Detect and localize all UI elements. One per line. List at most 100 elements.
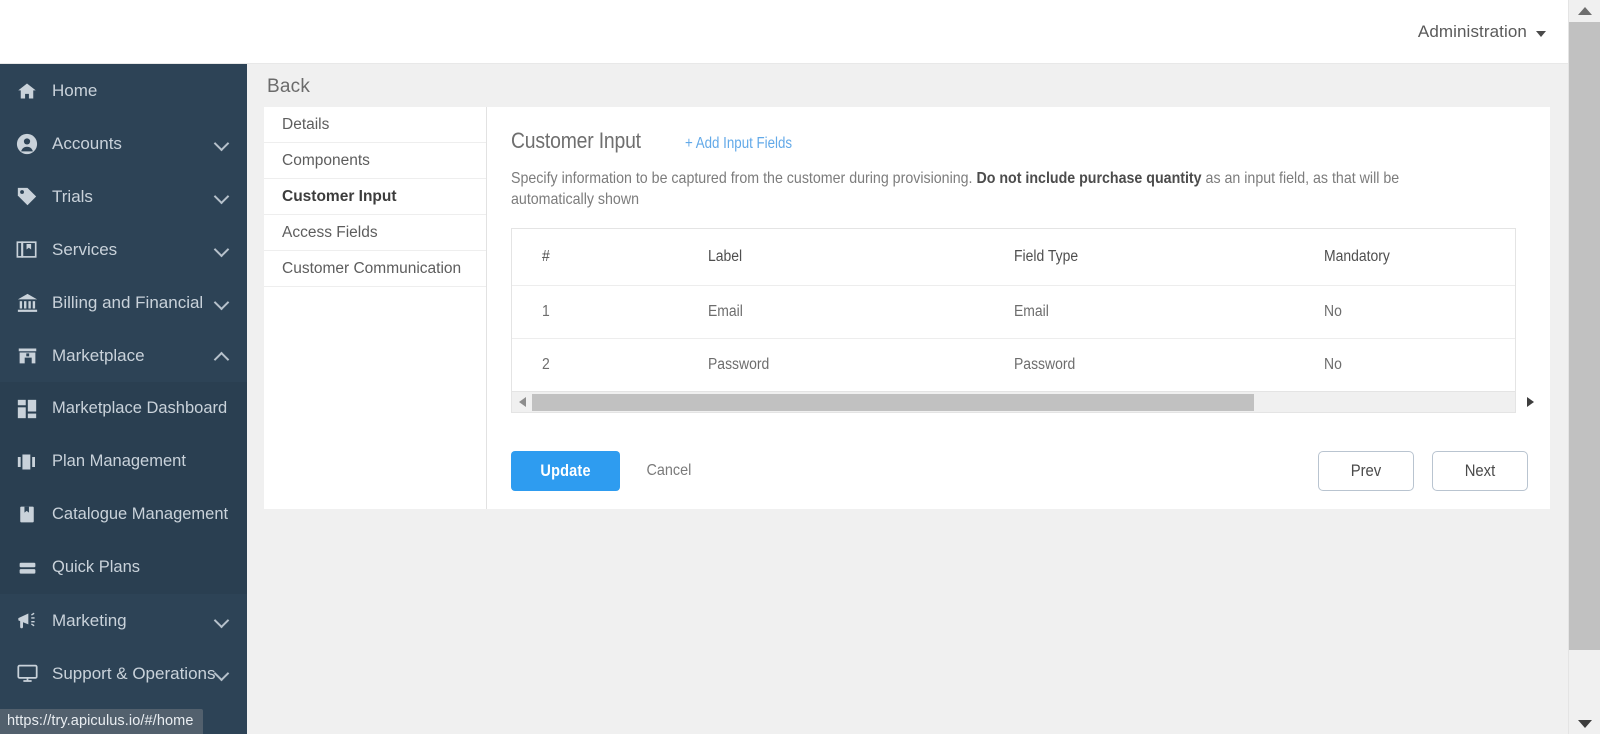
column-header-number: # [542,247,550,265]
add-input-fields-link[interactable]: + Add Input Fields [685,135,792,153]
sidebar-item-billing-and-financial[interactable]: Billing and Financial [0,276,247,329]
tab-details[interactable]: Details [264,107,486,143]
scroll-left-arrow-icon[interactable] [519,397,526,407]
sidebar-item-trials[interactable]: Trials [0,170,247,223]
sidebar-item-accounts[interactable]: Accounts [0,117,247,170]
catalogue-icon [14,504,40,526]
update-button[interactable]: Update [511,451,621,491]
tab-label: Customer Input [282,187,397,205]
tab-label: Details [282,115,330,133]
sidebar-subitem-label: Marketplace Dashboard [52,399,228,417]
customer-input-table-wrapper: # Label Field Type Mandatory 1 Email Ema… [511,228,1534,413]
tab-customer-input[interactable]: Customer Input [264,179,486,215]
column-header-mandatory: Mandatory [1324,247,1390,265]
app-root: Administration Home Accounts Trials Serv… [0,0,1600,734]
panel-action-bar: Update Cancel Prev Next [511,451,1528,491]
sidebar-item-label: Home [52,80,98,100]
sidebar-item-marketplace[interactable]: Marketplace [0,329,247,382]
cell-label: Email [708,302,743,320]
sidebar-item-label: Services [52,239,118,259]
megaphone-icon [14,610,40,632]
main-content-area: Back Details Components Customer Input A… [247,64,1568,734]
monitor-icon [14,663,40,685]
bank-icon [14,292,40,314]
description-part-1: Specify information to be captured from … [511,170,977,187]
column-header-label: Label [708,247,743,265]
tab-customer-communication[interactable]: Customer Communication [264,251,486,287]
chevron-down-icon[interactable] [213,294,230,310]
user-menu-label: Administration [1417,22,1527,41]
sidebar-item-services[interactable]: Services [0,223,247,276]
sidebar-item-quick-plans[interactable]: Quick Plans [0,541,247,594]
tab-access-fields[interactable]: Access Fields [264,215,486,251]
sidebar-item-label: Support & Operations [52,663,216,683]
sidebar-item-label: Marketplace [52,345,145,365]
sidebar-navigation[interactable]: Home Accounts Trials Services Billing an… [0,64,247,734]
wizard-panels: Details Components Customer Input Access… [264,107,1550,509]
chevron-down-icon[interactable] [213,135,230,151]
sidebar-item-label: Marketing [52,610,127,630]
sidebar-item-label: Accounts [52,133,122,153]
cell-mandatory: No [1324,355,1342,373]
sidebar-submenu-marketplace: Marketplace Dashboard Plan Management Ca… [0,382,247,594]
sidebar-subitem-label: Catalogue Management [52,505,229,523]
scroll-up-arrow-icon[interactable] [1577,7,1592,15]
sidebar-item-marketing[interactable]: Marketing [0,594,247,647]
table-row[interactable]: 2 Password Password No [512,338,1515,391]
chevron-down-icon[interactable] [213,241,230,257]
description-emphasis: Do not include purchase quantity [976,170,1202,187]
wizard-tab-list: Details Components Customer Input Access… [264,107,487,509]
browser-vertical-scrollbar[interactable] [1568,0,1600,734]
page-title: Customer Input [511,128,641,153]
home-icon [14,80,40,102]
table-horizontal-scrollbar[interactable] [512,391,1534,412]
quickplans-icon [14,557,40,579]
scrollbar-thumb[interactable] [532,394,1254,411]
status-bar-url: https://try.apiculus.io/#/home [0,709,203,734]
services-icon [14,239,40,261]
cell-mandatory: No [1324,302,1342,320]
plan-icon [14,451,40,473]
cell-field-type: Email [1014,302,1049,320]
sidebar-subitem-label: Plan Management [52,452,186,470]
column-header-field-type: Field Type [1014,247,1079,265]
sidebar-item-home[interactable]: Home [0,64,247,117]
sidebar-subitem-label: Quick Plans [52,558,141,576]
chevron-down-icon[interactable] [213,188,230,204]
sidebar-item-support-and-operations[interactable]: Support & Operations [0,647,247,700]
dashboard-icon [14,398,40,420]
table-row[interactable]: 1 Email Email No [512,285,1515,338]
tab-label: Components [282,151,370,169]
table-body: 1 Email Email No 2 Password Password No [512,285,1515,391]
panel-description: Specify information to be captured from … [511,168,1425,210]
back-link[interactable]: Back [267,76,310,98]
storefront-icon [14,345,40,367]
tab-components[interactable]: Components [264,143,486,179]
sidebar-item-marketplace-dashboard[interactable]: Marketplace Dashboard [0,382,247,435]
cancel-button[interactable]: Cancel [638,461,700,481]
cell-label: Password [708,355,770,373]
prev-button[interactable]: Prev [1318,451,1414,491]
chevron-down-icon[interactable] [213,665,230,681]
table-header: # Label Field Type Mandatory [512,229,1515,285]
chevron-up-icon[interactable] [213,351,230,367]
user-menu-administration[interactable]: Administration [1418,22,1546,42]
cell-number: 2 [542,355,550,373]
scroll-down-arrow-icon[interactable] [1577,720,1592,728]
scrollbar-thumb[interactable] [1569,22,1600,650]
chevron-down-icon[interactable] [213,612,230,628]
panel-header: Customer Input + Add Input Fields [511,128,1528,154]
scroll-right-arrow-icon[interactable] [1527,397,1534,407]
back-bar: Back [247,64,1568,109]
customer-input-panel: Customer Input + Add Input Fields Specif… [487,107,1550,509]
tab-label: Access Fields [282,223,378,241]
tag-icon [14,186,40,208]
next-button[interactable]: Next [1432,451,1528,491]
sidebar-item-plan-management[interactable]: Plan Management [0,435,247,488]
cell-field-type: Password [1014,355,1076,373]
sidebar-item-catalogue-management[interactable]: Catalogue Management [0,488,247,541]
tab-label: Customer Communication [282,259,462,277]
table-header-row: # Label Field Type Mandatory [512,229,1515,285]
sidebar-item-label: Billing and Financial [52,292,204,312]
chevron-down-icon [1536,30,1546,37]
